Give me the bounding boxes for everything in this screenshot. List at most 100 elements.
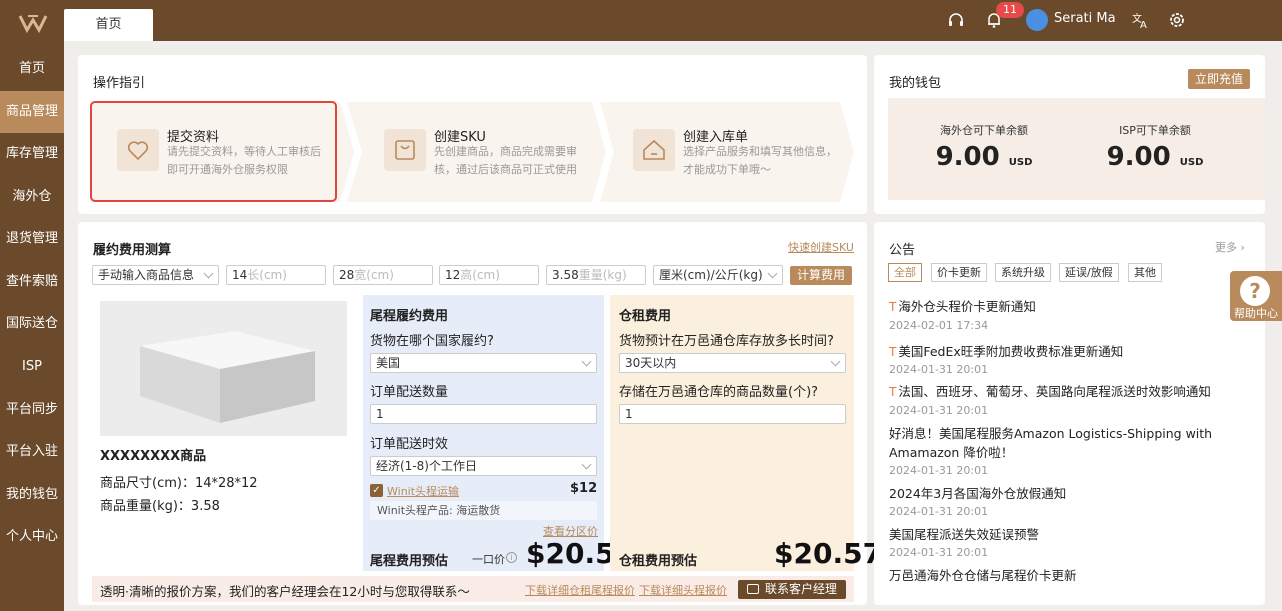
contact-manager-label: 联系客户经理 [764, 582, 837, 596]
qty-input[interactable]: 1 [370, 404, 597, 424]
question-icon: ? [1240, 276, 1270, 306]
isp-balance-label: ISP可下单余额 [1119, 124, 1191, 137]
info-icon[interactable]: i [506, 552, 517, 563]
box-icon [384, 129, 426, 171]
sidebar-item-platform-onboard[interactable]: 平台入驻 [0, 431, 64, 473]
chevron-down-icon [203, 268, 214, 279]
announce-date: 2024-01-31 20:01 [889, 464, 989, 477]
translate-icon[interactable]: 文 A [1130, 10, 1150, 30]
chevron-down-icon [581, 356, 592, 367]
tag-delay-holiday[interactable]: 延误/放假 [1059, 263, 1119, 282]
input-mode-select[interactable]: 手动输入商品信息 [92, 265, 219, 285]
gear-icon[interactable] [1167, 10, 1187, 30]
announce-item[interactable]: T 美国FedEx旺季附加费收费标准更新通知 [889, 342, 1229, 362]
currency-unit: USD [1008, 157, 1033, 168]
storage-estimate-label: 仓租费用预估 [619, 554, 698, 569]
sidebar-item-intl-delivery[interactable]: 国际送仓 [0, 303, 64, 345]
announce-item[interactable]: 2024年3月各国海外仓放假通知 [889, 484, 1229, 503]
winit-checkbox[interactable]: ✓ [370, 484, 383, 497]
length-input[interactable]: 14长(cm) [226, 265, 326, 285]
tag-all[interactable]: 全部 [888, 263, 922, 282]
calc-fee-button[interactable]: 计算费用 [790, 266, 852, 285]
sidebar-item-isp[interactable]: ISP [0, 346, 64, 388]
qty-question: 订单配送数量 [370, 385, 449, 400]
currency-unit: USD [1179, 157, 1204, 168]
weight-placeholder: 重量(kg) [578, 268, 627, 282]
announce-date: 2024-01-31 20:01 [889, 505, 989, 518]
storage-fee-title: 仓租费用 [619, 309, 672, 324]
height-value: 12 [445, 268, 461, 282]
announce-item[interactable]: 万邑通海外仓仓储与尾程价卡更新 [889, 566, 1229, 585]
recharge-button[interactable]: 立即充值 [1188, 69, 1250, 89]
storage-days-value: 30天以内 [625, 356, 677, 370]
step-desc: 才能成功下单哦～ [683, 163, 771, 176]
weight-input[interactable]: 3.58重量(kg) [546, 265, 646, 285]
download-storage-tail-link[interactable]: 下载详细仓租尾程报价 [525, 582, 635, 598]
announce-item-title: 海外仓头程价卡更新通知 [898, 299, 1036, 314]
tab-home[interactable]: 首页 [64, 9, 153, 41]
sidebar-item-home[interactable]: 首页 [0, 48, 64, 90]
tag-price-update[interactable]: 价卡更新 [931, 263, 987, 282]
notification-badge: 11 [996, 2, 1024, 18]
help-center-button[interactable]: ? 帮助中心 [1230, 271, 1282, 321]
unit-select[interactable]: 厘米(cm)/公斤(kg) [653, 265, 783, 285]
announce-date: 2024-01-31 20:01 [889, 363, 989, 376]
top-pin-icon: T [889, 300, 897, 314]
sidebar-item-profile[interactable]: 个人中心 [0, 516, 64, 558]
house-icon [633, 129, 675, 171]
download-head-link[interactable]: 下载详细头程报价 [639, 582, 727, 598]
storage-days-question: 货物预计在万邑通仓库存放多长时间? [619, 334, 834, 349]
topbar: 首页 11 Serati Ma 文 A [64, 0, 1282, 41]
length-value: 14 [232, 268, 248, 282]
announce-item-title: 法国、西班牙、葡萄牙、英国路向尾程派送时效影响通知 [898, 384, 1211, 399]
brand-logo-icon[interactable] [18, 12, 48, 34]
user-name[interactable]: Serati Ma [1054, 11, 1116, 26]
calc-title: 履约费用测算 [93, 243, 172, 258]
tail-estimate-label: 尾程费用预估 [370, 554, 449, 569]
announce-item[interactable]: T 海外仓头程价卡更新通知 [889, 297, 1229, 317]
more-link[interactable]: 更多 › [1215, 239, 1245, 255]
announce-item[interactable]: 好消息！美国尾程服务Amazon Logistics-Shipping with… [889, 424, 1229, 462]
winit-price: $12 [570, 481, 598, 496]
input-mode-value: 手动输入商品信息 [98, 268, 195, 282]
step-desc: 先创建商品，商品完成需要审 [434, 145, 577, 158]
avatar[interactable] [1026, 9, 1048, 31]
sidebar-item-returns[interactable]: 退货管理 [0, 218, 64, 260]
sidebar-item-inventory[interactable]: 库存管理 [0, 133, 64, 175]
height-input[interactable]: 12高(cm) [439, 265, 539, 285]
sidebar-item-platform-sync[interactable]: 平台同步 [0, 389, 64, 431]
announce-item[interactable]: 美国尾程派送失效延误预警 [889, 525, 1229, 544]
product-size: 商品尺寸(cm)：14*28*12 [100, 476, 258, 491]
announce-date: 2024-01-31 20:01 [889, 546, 989, 559]
chevron-down-icon [581, 459, 592, 470]
contact-manager-button[interactable]: 联系客户经理 [738, 580, 846, 599]
chevron-down-icon [767, 268, 778, 279]
product-name: XXXXXXXX商品 [100, 449, 207, 464]
isp-balance-value: 9.00 [1106, 142, 1171, 172]
product-image [100, 301, 347, 436]
tag-other[interactable]: 其他 [1128, 263, 1162, 282]
chevron-right-icon: › [1240, 241, 1245, 254]
weight-value: 3.58 [552, 268, 579, 282]
storage-days-select[interactable]: 30天以内 [619, 353, 846, 373]
headset-icon[interactable] [946, 10, 966, 30]
delivery-time-select[interactable]: 经济(1-8)个工作日 [370, 456, 597, 476]
width-input[interactable]: 28宽(cm) [333, 265, 433, 285]
winit-shipping-link[interactable]: Winit头程运输 [387, 483, 459, 499]
sidebar-item-wallet[interactable]: 我的钱包 [0, 474, 64, 516]
delivery-time-value: 经济(1-8)个工作日 [376, 459, 477, 473]
one-price-label: 一口价 [472, 553, 505, 566]
sidebar-item-claims[interactable]: 查件索赔 [0, 261, 64, 303]
step-desc: 请先提交资料，等待人工审核后 [167, 145, 321, 158]
country-select[interactable]: 美国 [370, 353, 597, 373]
tail-fee-title: 尾程履约费用 [370, 309, 449, 324]
guide-title: 操作指引 [93, 76, 146, 91]
storage-count-input[interactable]: 1 [619, 404, 846, 424]
top-pin-icon: T [889, 385, 897, 399]
tag-system-upgrade[interactable]: 系统升级 [995, 263, 1051, 282]
sidebar-item-overseas-warehouse[interactable]: 海外仓 [0, 176, 64, 218]
more-label: 更多 [1215, 241, 1237, 254]
announce-item[interactable]: T 法国、西班牙、葡萄牙、英国路向尾程派送时效影响通知 [889, 382, 1229, 402]
quick-create-sku-link[interactable]: 快速创建SKU [788, 239, 854, 255]
sidebar-item-products[interactable]: 商品管理 [0, 91, 64, 133]
